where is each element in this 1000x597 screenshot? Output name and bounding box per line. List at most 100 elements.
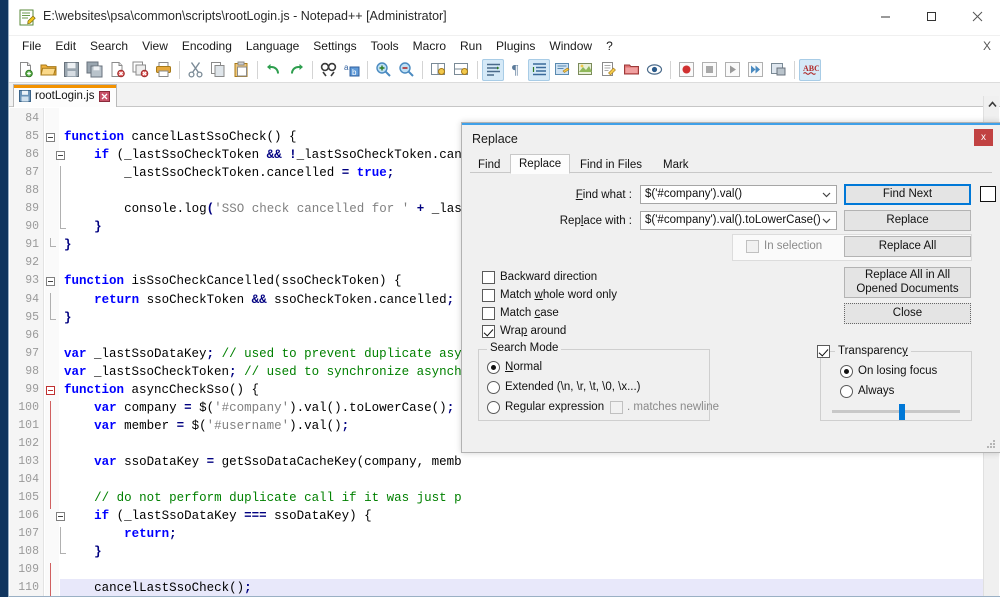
cut-icon[interactable] [184, 59, 206, 81]
search-mode-regex-radio[interactable] [487, 401, 500, 414]
menu-language[interactable]: Language [239, 37, 306, 56]
fold-marker[interactable] [50, 563, 51, 582]
transparency-slider-thumb[interactable] [899, 404, 906, 420]
maximize-button[interactable] [908, 0, 954, 33]
line-number: 89 [25, 202, 39, 216]
fold-marker[interactable] [50, 454, 51, 473]
menu-window[interactable]: Window [542, 37, 599, 56]
replace-all-button[interactable]: Replace All [844, 236, 971, 257]
in-selection-checkbox[interactable] [746, 240, 759, 253]
record-macro-icon[interactable] [675, 59, 697, 81]
word-wrap-icon[interactable] [482, 58, 504, 81]
open-file-icon[interactable] [37, 59, 59, 81]
run-macro-multiple-icon[interactable] [744, 59, 766, 81]
new-file-icon[interactable] [14, 59, 36, 81]
fold-marker[interactable] [50, 491, 51, 510]
scroll-up-arrow-icon[interactable] [984, 96, 1000, 112]
transparency-always-radio[interactable] [840, 385, 853, 398]
dot-matches-newline-checkbox[interactable] [610, 401, 623, 414]
menu-file[interactable]: File [15, 37, 48, 56]
zoom-in-icon[interactable] [372, 59, 394, 81]
doc-map-icon[interactable] [574, 59, 596, 81]
menu-macro[interactable]: Macro [406, 37, 453, 56]
menu-run[interactable]: Run [453, 37, 489, 56]
spell-check-icon[interactable]: ABC [799, 58, 821, 81]
replace-icon[interactable]: ab [340, 59, 362, 81]
menu-tools[interactable]: Tools [364, 37, 406, 56]
close-document-button[interactable]: X [983, 39, 991, 53]
redo-icon[interactable] [285, 59, 307, 81]
minimize-button[interactable] [862, 0, 908, 33]
tab-replace[interactable]: Replace [510, 154, 571, 174]
save-all-icon[interactable] [83, 59, 105, 81]
replace-with-input[interactable]: $('#company').val().toLowerCase() [640, 211, 837, 230]
code-line: if (_lastSsoDataKey === ssoDataKey) { [94, 509, 372, 524]
close-window-button[interactable] [954, 0, 1000, 33]
menu-search[interactable]: Search [83, 37, 135, 56]
fold-marker[interactable] [50, 473, 51, 492]
function-list-icon[interactable] [597, 59, 619, 81]
folder-as-workspace-icon[interactable] [620, 59, 642, 81]
replace-with-dropdown-icon[interactable] [818, 213, 834, 228]
menu-encoding[interactable]: Encoding [175, 37, 239, 56]
tab-rootlogin-js[interactable]: rootLogin.js [13, 84, 118, 107]
tab-find[interactable]: Find [470, 155, 508, 174]
menu-settings[interactable]: Settings [306, 37, 363, 56]
find-icon[interactable] [317, 59, 339, 81]
find-next-button[interactable]: Find Next [844, 184, 971, 205]
resize-grip[interactable] [987, 440, 996, 449]
fold-marker[interactable] [46, 385, 55, 395]
tab-mark[interactable]: Mark [655, 155, 697, 174]
fold-marker[interactable] [46, 133, 55, 143]
transparency-on-losing-focus-radio[interactable] [840, 365, 853, 378]
print-icon[interactable] [152, 59, 174, 81]
replace-all-in-all-opened-documents-button[interactable]: Replace All in All Opened Documents [844, 267, 971, 298]
save-icon[interactable] [60, 59, 82, 81]
fold-marker[interactable] [50, 318, 56, 320]
line-number: 90 [25, 220, 39, 234]
fold-marker[interactable] [50, 418, 51, 437]
sync-vertical-scroll-icon[interactable] [427, 59, 449, 81]
save-macro-icon[interactable] [767, 59, 789, 81]
undo-icon[interactable] [262, 59, 284, 81]
fold-marker[interactable] [50, 436, 51, 455]
find-what-input[interactable]: $('#company').val() [640, 185, 837, 204]
fold-marker[interactable] [50, 246, 56, 248]
wrap-around-checkbox[interactable] [482, 325, 495, 338]
search-mode-extended-radio[interactable] [487, 381, 500, 394]
paste-icon[interactable] [230, 59, 252, 81]
fold-marker[interactable] [50, 400, 51, 419]
dialog-close-button[interactable]: x [974, 129, 993, 146]
transparency-checkbox[interactable] [817, 345, 830, 358]
user-defined-dialog-icon[interactable] [551, 59, 573, 81]
tab-close-icon[interactable] [99, 90, 111, 102]
tab-find-in-files[interactable]: Find in Files [572, 155, 650, 174]
menu-edit[interactable]: Edit [48, 37, 83, 56]
menu-help[interactable]: ? [599, 37, 620, 56]
close-all-icon[interactable] [129, 59, 151, 81]
copy-icon[interactable] [207, 59, 229, 81]
backward-direction-checkbox[interactable] [482, 271, 495, 284]
replace-button[interactable]: Replace [844, 210, 971, 231]
menu-view[interactable]: View [135, 37, 175, 56]
menu-plugins[interactable]: Plugins [489, 37, 542, 56]
match-case-checkbox[interactable] [482, 307, 495, 320]
monitoring-icon[interactable] [643, 59, 665, 81]
fold-marker[interactable] [50, 581, 51, 596]
search-mode-normal-radio[interactable] [487, 361, 500, 374]
code-folding-margin[interactable] [45, 108, 59, 596]
show-all-chars-icon[interactable]: ¶ [505, 59, 527, 81]
close-file-icon[interactable] [106, 59, 128, 81]
find-what-dropdown-icon[interactable] [818, 187, 834, 202]
fold-marker[interactable] [50, 292, 51, 311]
close-button[interactable]: Close [844, 303, 971, 324]
extra-option-checkbox[interactable] [980, 186, 996, 202]
sync-horizontal-scroll-icon[interactable] [450, 59, 472, 81]
stop-macro-icon[interactable] [698, 59, 720, 81]
play-macro-icon[interactable] [721, 59, 743, 81]
fold-marker[interactable] [46, 277, 55, 287]
zoom-out-icon[interactable] [395, 59, 417, 81]
match-whole-word-only-checkbox[interactable] [482, 289, 495, 302]
transparency-slider-track[interactable] [832, 410, 960, 413]
indent-guide-icon[interactable] [528, 58, 550, 81]
